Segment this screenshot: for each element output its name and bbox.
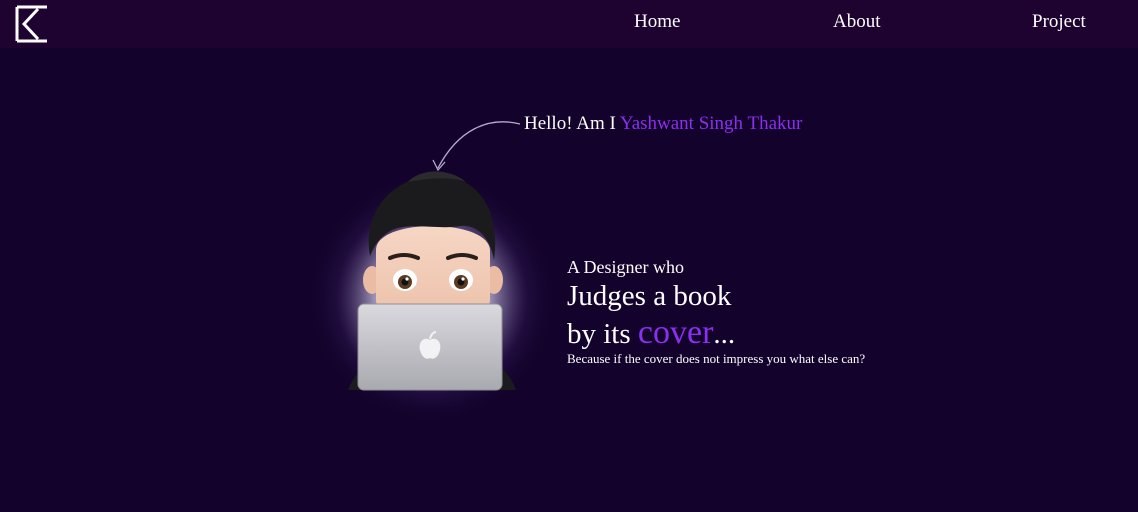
author-name: Yashwant Singh Thakur [619,113,803,134]
greeting-prefix: Hello! Am I [524,113,616,134]
memoji-laptop-avatar [304,170,560,426]
tagline-line-3-suffix: ... [713,318,736,350]
nav-home-link[interactable]: Home [634,11,680,33]
tagline-line-3-prefix: by its [567,318,631,350]
nav-about-link[interactable]: About [833,11,881,33]
navbar: Home About Project [0,0,1138,48]
nav-project-link[interactable]: Project [1032,11,1086,33]
tagline-cover-highlight: cover [637,314,714,351]
tagline-line-3: by its cover... [567,314,865,353]
tagline-line-1: A Designer who [567,257,684,277]
tagline-subline: Because if the cover does not impress yo… [567,351,866,366]
hero-tagline: A Designer who Judges a book by its cove… [567,256,865,368]
tagline-line-2: Judges a book [567,280,732,312]
greeting: Hello! Am I Yashwant Singh Thakur [524,113,802,135]
logo-icon[interactable] [14,4,50,44]
